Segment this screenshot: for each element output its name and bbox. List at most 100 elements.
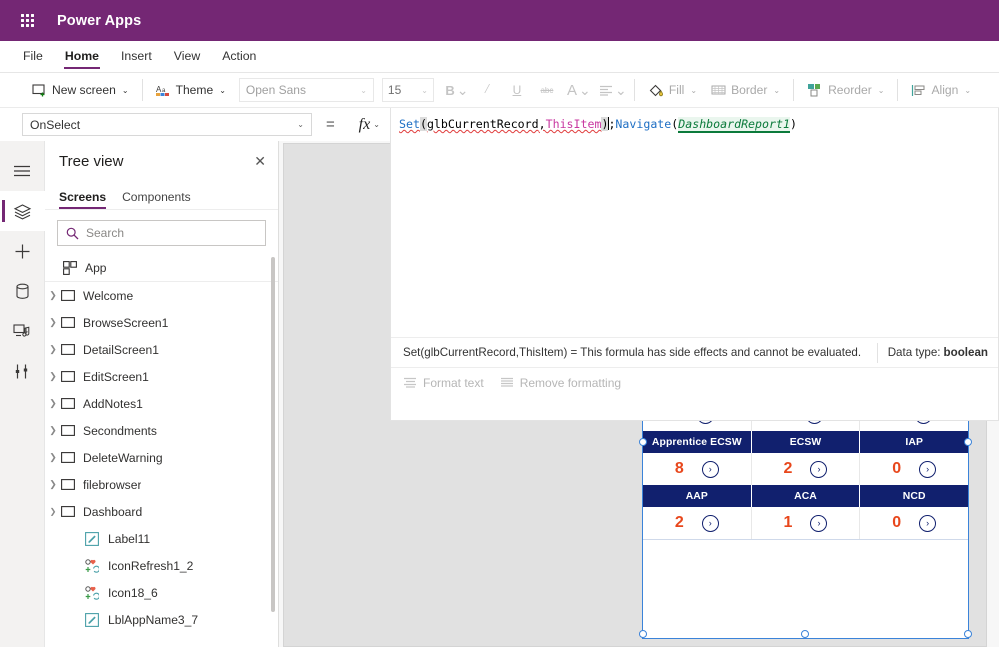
insert-plus-icon[interactable] <box>0 231 45 271</box>
italic-button[interactable]: / <box>472 77 502 103</box>
selection-handle-top-right[interactable] <box>964 438 972 446</box>
grid-arrow-icon[interactable]: › <box>701 460 719 478</box>
fx-button[interactable]: fx ⌄ <box>347 112 392 137</box>
label-icon <box>85 612 99 627</box>
tree-search-wrap <box>45 210 278 254</box>
align-button[interactable]: Align ⌄ <box>904 77 978 103</box>
tree-view-panel: Tree view ✕ Screens Components App <box>45 141 279 647</box>
tree-node-iconrefresh1-2[interactable]: IconRefresh1_2 <box>45 552 278 579</box>
chevron-right-icon[interactable]: ❯ <box>45 452 61 463</box>
border-icon <box>711 84 726 97</box>
tree-node-list[interactable]: App ❯ Welcome ❯ BrowseScreen1 ❯ DetailSc… <box>45 254 278 639</box>
data-sources-icon[interactable] <box>0 271 45 311</box>
grid-cell[interactable]: › <box>751 420 861 431</box>
grid-arrow-icon[interactable]: › <box>810 514 828 532</box>
selection-handle-top-left[interactable] <box>639 438 647 446</box>
grid-value-row: › › › <box>643 420 968 431</box>
screen-icon <box>61 317 75 328</box>
strikethrough-button[interactable]: abc <box>532 77 562 103</box>
formula-editor-panel[interactable]: Set(glbCurrentRecord,ThisItem);Navigate(… <box>390 108 999 421</box>
menu-item-home[interactable]: Home <box>63 44 101 69</box>
tree-node-icon18-6[interactable]: Icon18_6 <box>45 579 278 606</box>
tree-node-image8-3[interactable]: Image8_3 <box>45 633 278 639</box>
selection-handle-bottom-right[interactable] <box>964 630 972 638</box>
menu-item-insert[interactable]: Insert <box>120 44 153 69</box>
chevron-right-icon[interactable]: ❯ <box>45 425 61 436</box>
grid-cell[interactable]: 2 › <box>751 453 861 485</box>
tab-components[interactable]: Components <box>122 190 191 209</box>
chevron-right-icon[interactable]: ❯ <box>45 479 61 490</box>
remove-formatting-button[interactable]: Remove formatting <box>500 376 621 390</box>
theme-button[interactable]: Aa Theme ⌄ <box>149 77 233 103</box>
chevron-down-icon: ⌄ <box>773 85 781 95</box>
text-align-button[interactable]: ⌄ <box>596 77 630 103</box>
grid-value-row: 2 › 1 › 0 › <box>643 507 969 539</box>
grid-cell[interactable]: 0 › <box>860 453 969 485</box>
selection-handle-bottom-left[interactable] <box>639 630 647 638</box>
tree-node-app[interactable]: App <box>45 254 278 281</box>
chevron-right-icon[interactable]: ❯ <box>45 290 61 301</box>
reorder-button[interactable]: Reorder ⌄ <box>800 77 891 103</box>
chevron-down-icon: ⌄ <box>297 120 304 129</box>
tree-node-filebrowser[interactable]: ❯ filebrowser <box>45 471 278 498</box>
tree-node-label11[interactable]: Label11 <box>45 525 278 552</box>
grid-cell[interactable]: › <box>860 420 968 431</box>
fill-button[interactable]: Fill ⌄ <box>641 77 704 103</box>
tree-node-dashboard[interactable]: ❯ Dashboard <box>45 498 278 525</box>
grid-cell[interactable]: › <box>643 420 752 431</box>
advanced-tools-icon[interactable] <box>0 351 45 391</box>
format-text-button[interactable]: Format text <box>403 376 484 390</box>
tree-node-lblappname3-7[interactable]: LblAppName3_7 <box>45 606 278 633</box>
search-input[interactable] <box>86 226 257 240</box>
chevron-down-icon[interactable]: ❯ <box>45 507 61 516</box>
grid-cell[interactable]: 0 › <box>860 507 969 539</box>
chevron-right-icon[interactable]: ❯ <box>45 344 61 355</box>
tree-scrollbar[interactable] <box>271 257 275 612</box>
formula-token-comma: , <box>538 117 546 131</box>
chevron-right-icon[interactable]: ❯ <box>45 398 61 409</box>
tree-node-browsescreen1[interactable]: ❯ BrowseScreen1 <box>45 309 278 336</box>
tree-node-label: App <box>85 260 107 275</box>
menu-item-file[interactable]: File <box>22 44 44 69</box>
dashboard-grid-widget[interactable]: › › › Apprentice ECSW ECSW IAP <box>642 419 969 639</box>
chevron-right-icon[interactable]: ❯ <box>45 371 61 382</box>
tree-node-welcome[interactable]: ❯ Welcome <box>45 282 278 309</box>
tree-node-editscreen1[interactable]: ❯ EditScreen1 <box>45 363 278 390</box>
tree-node-deletewarning[interactable]: ❯ DeleteWarning <box>45 444 278 471</box>
menu-item-action[interactable]: Action <box>221 44 257 69</box>
font-family-select[interactable]: Open Sans ⌄ <box>238 78 374 102</box>
font-color-label: A <box>567 81 578 99</box>
menu-item-view[interactable]: View <box>173 44 201 69</box>
grid-arrow-icon[interactable]: › <box>810 460 828 478</box>
font-color-button[interactable]: A ⌄ <box>562 77 596 103</box>
grid-cell[interactable]: 2 › <box>643 507 752 539</box>
new-screen-button[interactable]: New screen ⌄ <box>25 77 136 103</box>
font-size-select[interactable]: 15 ⌄ <box>381 78 434 102</box>
bold-button[interactable]: B ⌄ <box>442 77 472 103</box>
border-button[interactable]: Border ⌄ <box>704 77 787 103</box>
tree-view-header: Tree view ✕ <box>45 141 278 181</box>
tree-node-detailscreen1[interactable]: ❯ DetailScreen1 <box>45 336 278 363</box>
media-icon[interactable] <box>0 311 45 351</box>
grid-cell[interactable]: 1 › <box>751 507 861 539</box>
grid-arrow-icon[interactable]: › <box>919 460 937 478</box>
search-box[interactable] <box>57 220 266 246</box>
grid-arrow-icon[interactable]: › <box>701 514 719 532</box>
hamburger-menu-icon[interactable] <box>0 151 45 191</box>
property-select[interactable]: OnSelect ⌄ <box>22 113 312 136</box>
tree-node-secondments[interactable]: ❯ Secondments <box>45 417 278 444</box>
grid-cell[interactable]: 8 › <box>643 453 752 485</box>
tree-node-addnotes1[interactable]: ❯ AddNotes1 <box>45 390 278 417</box>
selection-handle-bottom-center[interactable] <box>801 630 809 638</box>
waffle-grid-icon[interactable] <box>10 14 44 27</box>
fx-label: fx <box>358 115 371 133</box>
grid-arrow-icon[interactable]: › <box>919 514 937 532</box>
underline-button[interactable]: U <box>502 77 532 103</box>
close-icon[interactable]: ✕ <box>254 154 266 168</box>
formula-code[interactable]: Set(glbCurrentRecord,ThisItem);Navigate(… <box>391 108 998 133</box>
tree-view-layers-icon[interactable] <box>0 191 45 231</box>
formula-token-nav-close-paren: ) <box>789 117 797 131</box>
chevron-right-icon[interactable]: ❯ <box>45 317 61 328</box>
tab-screens[interactable]: Screens <box>59 190 107 209</box>
grid-value: 8 <box>674 460 684 477</box>
